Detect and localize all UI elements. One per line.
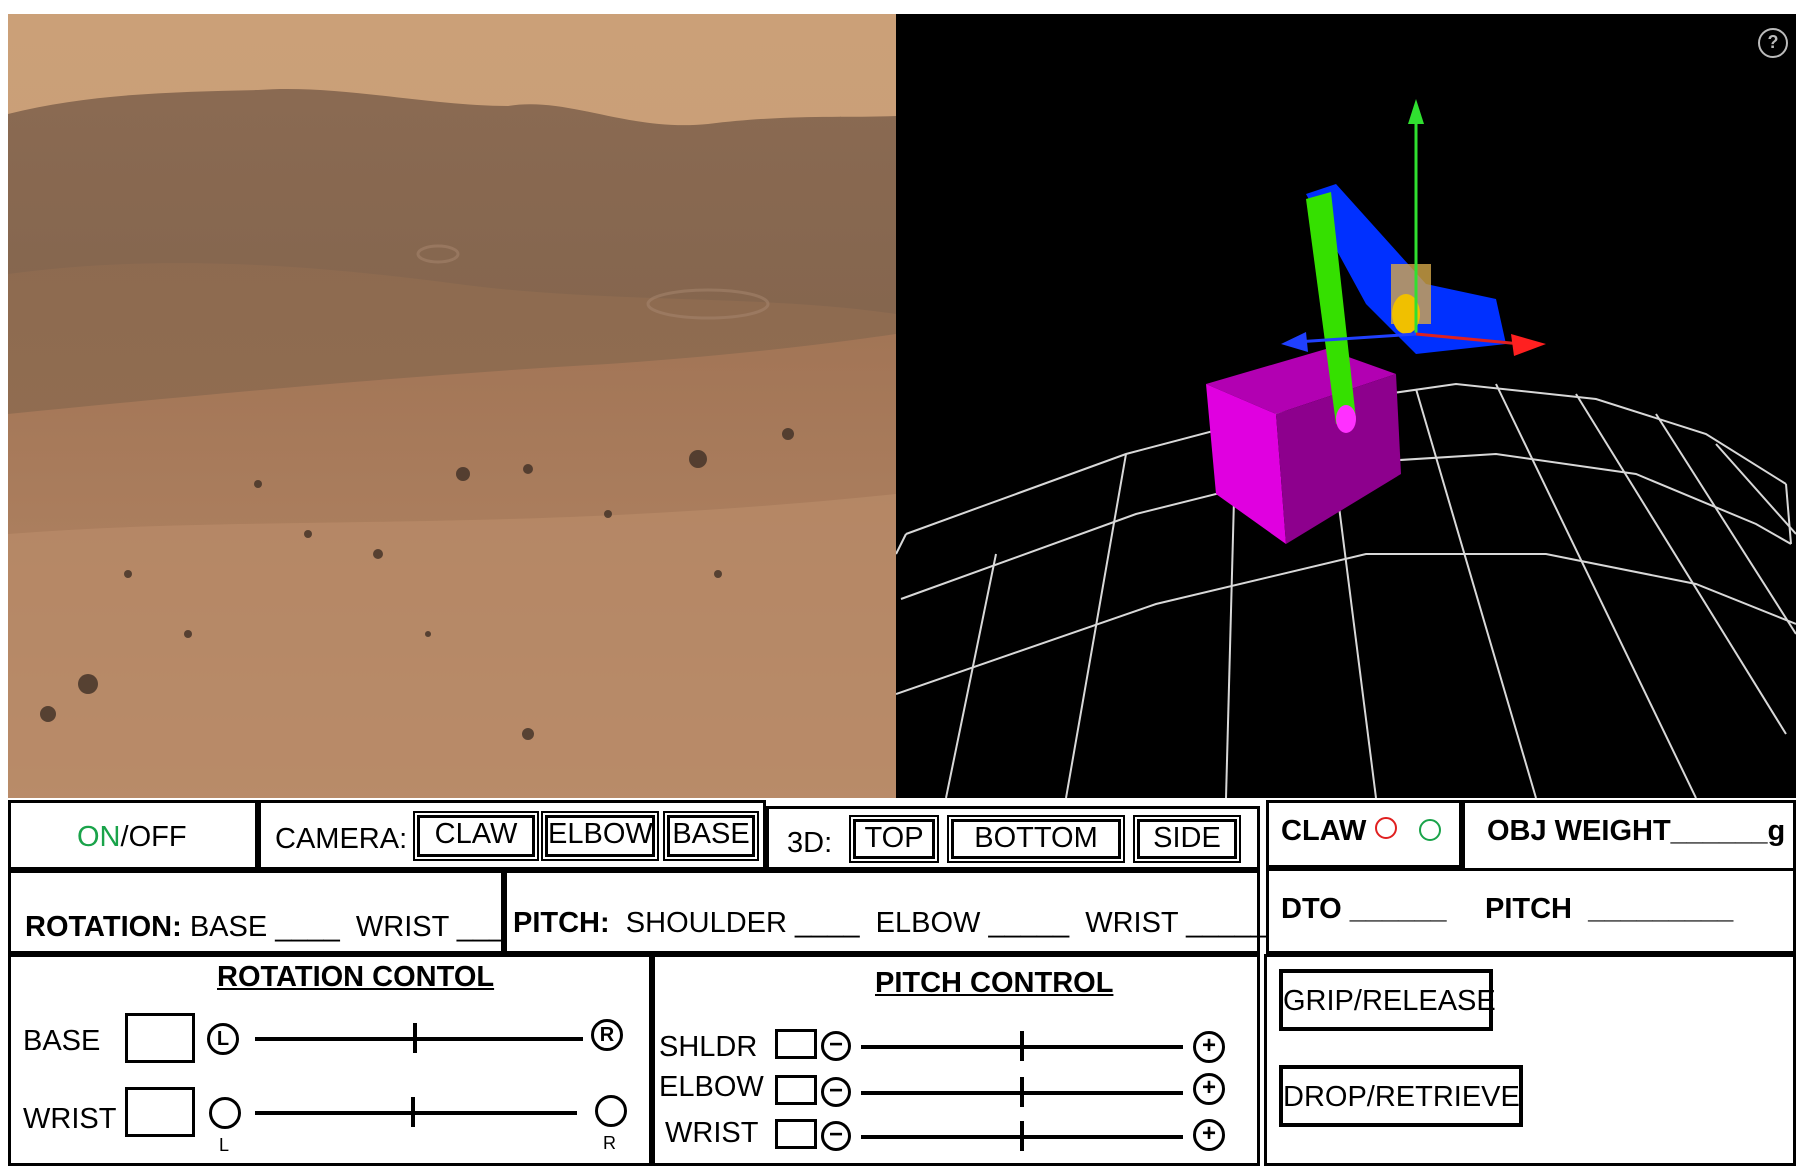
pitch-elbow-label: ELBOW	[659, 1071, 764, 1103]
claw-status-green-icon	[1419, 819, 1441, 841]
arm-3d-view[interactable]: ?	[896, 14, 1796, 798]
view3d-label: 3D:	[787, 827, 833, 859]
power-status-panel: ON/OFF	[8, 800, 258, 870]
camera-label: CAMERA:	[275, 823, 408, 855]
rotation-wrist-left-label: L	[219, 1135, 230, 1155]
view-bottom-button[interactable]: BOTTOM	[947, 815, 1125, 863]
help-icon[interactable]: ?	[1758, 28, 1788, 58]
pitch-wrist-label: WRIST	[665, 1117, 759, 1149]
camera-base-button[interactable]: BASE	[663, 811, 759, 861]
rotation-wrist-right-label: R	[603, 1133, 616, 1153]
rotation-wrist-left-button[interactable]	[209, 1097, 241, 1129]
pitch-elbow-plus-button[interactable]: +	[1193, 1073, 1225, 1105]
pitch-field: PITCH _________	[1485, 893, 1734, 925]
pitch-elbow-minus-button[interactable]: −	[821, 1077, 851, 1107]
actions-panel: GRIP/RELEASE DROP/RETRIEVE	[1264, 954, 1796, 1166]
rotation-base-right-button[interactable]: R	[591, 1019, 623, 1051]
pitch-elbow-value-box	[775, 1075, 817, 1105]
dto-field: DTO ______	[1281, 893, 1447, 925]
arm-3d-scene	[896, 99, 1796, 798]
pitch-wrist-slider-thumb[interactable]	[1020, 1121, 1024, 1151]
pitch-shldr-slider-thumb[interactable]	[1020, 1031, 1024, 1061]
power-status[interactable]: ON/OFF	[77, 823, 187, 852]
pitch-shldr-label: SHLDR	[659, 1031, 758, 1063]
drop-retrieve-button[interactable]: DROP/RETRIEVE	[1279, 1065, 1523, 1127]
claw-status-panel: CLAW	[1266, 800, 1462, 868]
rotation-base-left-button[interactable]: L	[207, 1023, 239, 1055]
pitch-readout: PITCH: SHOULDER ____ ELBOW _____ WRIST _…	[513, 907, 1267, 939]
rotation-readout-panel: ROTATION: BASE ____ WRIST ____	[8, 870, 521, 954]
rotation-base-label: BASE	[23, 1025, 101, 1057]
rotation-control-panel: ROTATION CONTOL BASE L R WRIST L R	[8, 954, 652, 1166]
status-off[interactable]: OFF	[129, 821, 187, 853]
pitch-shldr-value-box	[775, 1029, 817, 1059]
view-top-button[interactable]: TOP	[849, 815, 939, 863]
pitch-control-panel: PITCH CONTROL SHLDR − + ELBOW − + WRIST …	[652, 954, 1260, 1166]
dto-pitch-panel: DTO ______ PITCH _________	[1266, 868, 1796, 954]
claw-status-label: CLAW	[1281, 815, 1367, 847]
rotation-control-title: ROTATION CONTOL	[217, 961, 495, 993]
pitch-wrist-minus-button[interactable]: −	[821, 1121, 851, 1151]
pitch-shldr-minus-button[interactable]: −	[821, 1031, 851, 1061]
status-on[interactable]: ON	[77, 821, 121, 853]
pitch-elbow-slider-thumb[interactable]	[1020, 1077, 1024, 1107]
claw-status-red-icon	[1375, 817, 1397, 839]
rotation-wrist-value-box	[125, 1087, 195, 1137]
pitch-readout-panel: PITCH: SHOULDER ____ ELBOW _____ WRIST _…	[504, 870, 1267, 954]
rotation-base-slider-thumb[interactable]	[413, 1023, 417, 1053]
pitch-wrist-value-box	[775, 1119, 817, 1149]
obj-weight-field: OBJ WEIGHT______g	[1487, 815, 1786, 847]
rotation-wrist-slider[interactable]	[255, 1111, 577, 1115]
arm-model	[1206, 184, 1506, 544]
camera-elbow-button[interactable]: ELBOW	[541, 811, 659, 861]
rotation-readout: ROTATION: BASE ____ WRIST ____	[25, 911, 522, 943]
pitch-wrist-plus-button[interactable]: +	[1193, 1119, 1225, 1151]
rotation-wrist-right-button[interactable]	[595, 1095, 627, 1127]
grip-release-button[interactable]: GRIP/RELEASE	[1279, 969, 1496, 1031]
camera-claw-button[interactable]: CLAW	[413, 811, 539, 861]
rotation-wrist-slider-thumb[interactable]	[411, 1097, 415, 1127]
pitch-control-title: PITCH CONTROL	[875, 967, 1114, 999]
pitch-shldr-plus-button[interactable]: +	[1193, 1031, 1225, 1063]
camera-panel: CAMERA: CLAW ELBOW BASE	[258, 800, 766, 870]
rotation-base-slider[interactable]	[255, 1037, 583, 1041]
obj-weight-panel: OBJ WEIGHT______g	[1462, 800, 1796, 872]
view3d-panel: 3D: TOP BOTTOM SIDE	[766, 806, 1260, 870]
camera-feed	[8, 14, 896, 798]
view-side-button[interactable]: SIDE	[1133, 815, 1241, 863]
rotation-base-value-box	[125, 1013, 195, 1063]
rotation-wrist-label: WRIST	[23, 1103, 117, 1135]
mars-terrain-image	[8, 14, 896, 798]
